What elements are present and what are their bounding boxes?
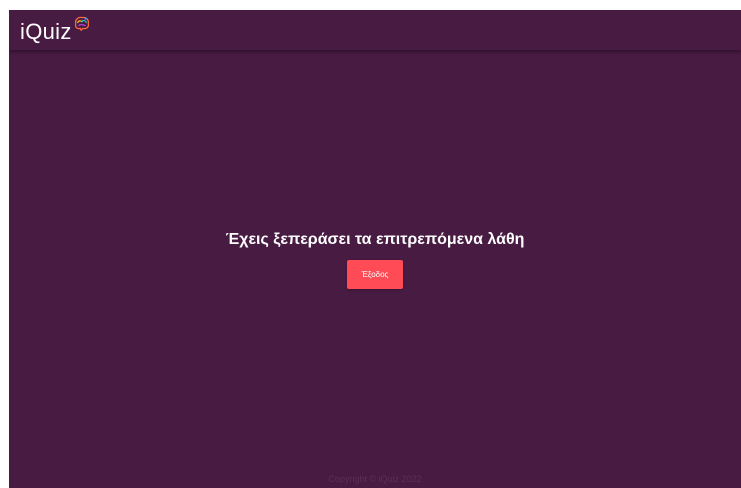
- colorful-brain-icon: [74, 16, 89, 32]
- error-message: Έχεις ξεπεράσει τα επιτρεπόμενα λάθη: [225, 231, 525, 248]
- brand-link[interactable]: iQuiz: [20, 16, 91, 47]
- footer-copyright: Copyright © iQuiz 2022: [328, 474, 422, 484]
- exit-button[interactable]: Έξοδος: [347, 260, 403, 289]
- brand-name: iQuiz: [20, 19, 72, 44]
- top-navbar: iQuiz: [9, 10, 741, 50]
- main-content: Έχεις ξεπεράσει τα επιτρεπόμενα λάθη Έξο…: [9, 228, 741, 289]
- app-viewport: iQuiz Έχεις ξεπεράσει τα επιτρεπόμενα λά…: [9, 10, 741, 488]
